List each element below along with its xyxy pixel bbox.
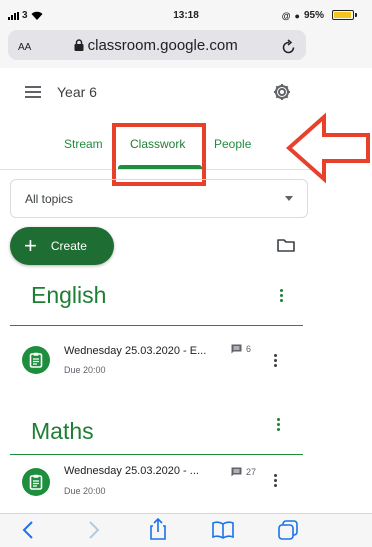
battery-icon [332, 10, 354, 20]
highlight-box [112, 123, 206, 186]
forward-icon[interactable] [88, 520, 100, 540]
tab-people[interactable]: People [214, 137, 251, 151]
battery-fill [334, 12, 352, 18]
comment-icon [231, 467, 242, 477]
topic-filter-value: All topics [25, 191, 74, 206]
rotation-lock-icon: @ [281, 10, 291, 21]
browser-toolbar [0, 513, 372, 547]
topic-divider [10, 325, 303, 326]
text-size-button[interactable]: AA [18, 37, 31, 53]
gear-icon[interactable] [272, 82, 292, 102]
comment-count: 6 [231, 344, 251, 354]
browser-chrome: AA classroom.google.com [0, 26, 372, 68]
assignment-title[interactable]: Wednesday 25.03.2020 - E... [64, 345, 206, 357]
assignment-more-icon[interactable] [273, 474, 277, 487]
assignment-due: Due 20:00 [64, 365, 106, 375]
comment-icon [231, 344, 242, 354]
assignment-title[interactable]: Wednesday 25.03.2020 - ... [64, 465, 199, 477]
share-icon[interactable] [150, 518, 166, 540]
create-button[interactable]: + Create [10, 227, 114, 265]
folder-icon[interactable] [277, 238, 295, 252]
topic-title-maths: Maths [31, 418, 94, 444]
comment-count-value: 6 [246, 344, 252, 354]
create-label: Create [50, 239, 87, 253]
assignment-due: Due 20:00 [64, 486, 106, 496]
topic-more-icon[interactable] [279, 289, 283, 302]
topic-title-english: English [31, 282, 107, 308]
assignment-more-icon[interactable] [273, 354, 277, 367]
url-text: classroom.google.com [87, 36, 238, 54]
back-icon[interactable] [22, 520, 34, 540]
status-right: @ ● 95% [282, 10, 324, 21]
topic-divider [10, 454, 303, 455]
class-title: Year 6 [57, 84, 97, 100]
lock-icon [74, 39, 84, 51]
topic-filter-select[interactable]: All topics [10, 179, 308, 218]
url-display[interactable]: classroom.google.com [31, 37, 306, 54]
battery-percent: 95% [303, 10, 324, 21]
menu-icon[interactable] [25, 86, 41, 98]
reload-icon[interactable] [282, 39, 296, 55]
plus-icon: + [24, 233, 37, 258]
assignment-icon [22, 346, 50, 374]
alarm-icon: ● [294, 10, 300, 21]
bookmarks-icon[interactable] [212, 521, 234, 539]
text-size-label: AA [18, 42, 32, 53]
chevron-down-icon [285, 196, 293, 201]
comment-count: 27 [231, 467, 256, 477]
assignment-icon [22, 468, 50, 496]
tabs-icon[interactable] [278, 520, 298, 540]
status-bar: 3 13:18 @ ● 95% [0, 0, 372, 26]
topic-more-icon[interactable] [276, 418, 280, 431]
tab-stream[interactable]: Stream [64, 137, 103, 151]
address-bar[interactable]: AA classroom.google.com [8, 30, 306, 60]
annotation-arrow-icon [286, 113, 370, 183]
battery-cap [355, 13, 357, 17]
comment-count-value: 27 [246, 467, 257, 477]
